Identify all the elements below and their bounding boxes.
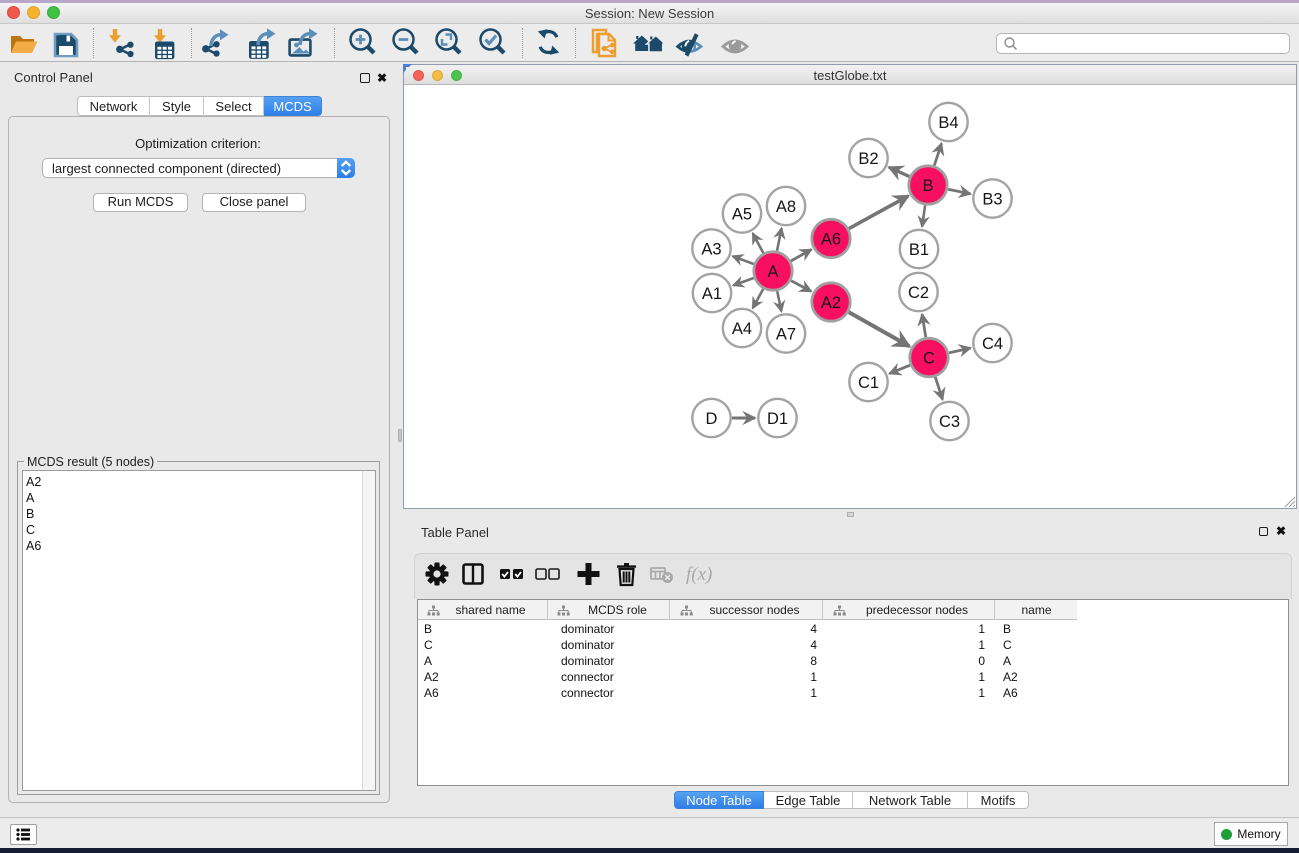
svg-text:B3: B3	[982, 190, 1002, 208]
svg-text:C3: C3	[939, 413, 960, 431]
svg-text:A5: A5	[732, 205, 752, 223]
svg-text:C1: C1	[858, 374, 879, 392]
svg-text:A4: A4	[732, 320, 752, 338]
svg-text:B2: B2	[858, 150, 878, 168]
svg-text:C: C	[923, 349, 935, 367]
svg-text:C4: C4	[982, 335, 1003, 353]
svg-text:D: D	[706, 410, 718, 428]
svg-text:B: B	[922, 177, 933, 195]
svg-text:B4: B4	[938, 114, 958, 132]
svg-text:A: A	[767, 263, 778, 281]
svg-text:A6: A6	[821, 230, 841, 248]
svg-text:A3: A3	[701, 240, 721, 258]
svg-text:A7: A7	[776, 325, 796, 343]
svg-text:B1: B1	[909, 241, 929, 259]
svg-text:C2: C2	[908, 284, 929, 302]
svg-text:A2: A2	[821, 294, 841, 312]
svg-text:f(x): f(x)	[686, 564, 712, 585]
svg-text:A1: A1	[702, 285, 722, 303]
svg-text:D1: D1	[767, 410, 788, 428]
svg-text:A8: A8	[776, 198, 796, 216]
